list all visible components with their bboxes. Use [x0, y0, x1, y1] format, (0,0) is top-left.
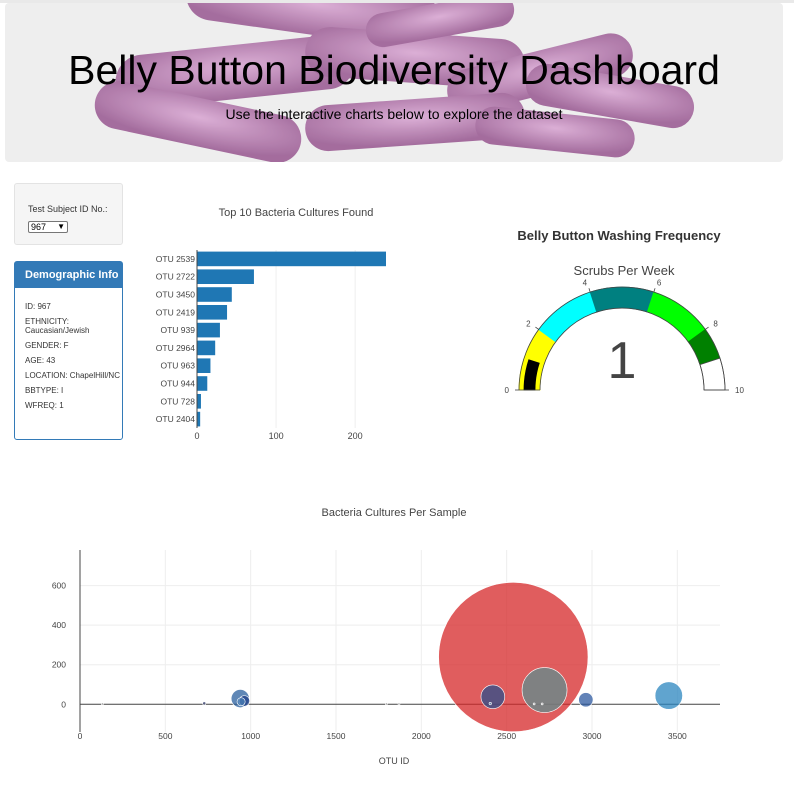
- gauge-tick-label: 4: [583, 279, 588, 288]
- metadata-gender: GENDER: F: [25, 341, 69, 350]
- bar-x-tick-label: 100: [269, 431, 284, 441]
- bubble-y-tick-label: 200: [52, 660, 66, 670]
- gauge-tick-label: 2: [526, 320, 531, 329]
- bar-otu-728: [197, 394, 201, 409]
- bar-otu-2722: [197, 269, 254, 284]
- gauge-step-2: [589, 286, 655, 313]
- bar-otu-2539: [197, 251, 386, 267]
- gauge-tick: [588, 288, 591, 293]
- bubble-otu-2404: [488, 701, 492, 706]
- sample-metadata: ID: 967 ETHNICITY: Caucasian/Jewish GEND…: [15, 288, 122, 410]
- bubble-otu-939: [230, 689, 250, 708]
- bubble-otu-2722: [521, 667, 568, 713]
- subject-id-label: Test Subject ID No.:: [28, 204, 108, 214]
- bubble-otu-2419: [480, 684, 506, 709]
- bar-otu-2964: [197, 340, 216, 356]
- bar-chart-title: Top 10 Bacteria Cultures Found: [219, 207, 374, 219]
- bubble-x-tick-label: 2500: [497, 731, 516, 741]
- gauge-tick: [705, 326, 709, 330]
- bar-otu-2419: [197, 305, 228, 320]
- bar-x-tick-label: 200: [348, 431, 363, 441]
- bar-y-tick-label: OTU 963: [161, 361, 196, 371]
- bar-x-tick-label: 0: [194, 431, 199, 441]
- metadata-ethnicity: ETHNICITY: Caucasian/Jewish: [25, 317, 90, 335]
- bubble-y-tick-label: 600: [52, 581, 66, 591]
- bubble-x-tick-label: 500: [158, 731, 172, 741]
- bar-y-tick-label: OTU 939: [161, 325, 196, 335]
- gauge-tick-label: 8: [713, 320, 718, 329]
- bar-y-tick-label: OTU 2722: [156, 272, 195, 282]
- bar-y-tick-label: OTU 944: [161, 379, 196, 389]
- bar-otu-3450: [197, 287, 232, 302]
- metadata-id: ID: 967: [25, 302, 51, 311]
- demographic-info-panel: Demographic Info ID: 967 ETHNICITY: Cauc…: [14, 261, 123, 440]
- gauge-step-0: [518, 328, 557, 391]
- bubble-x-tick-label: 0: [78, 731, 83, 741]
- bubble-otu-2708: [540, 702, 544, 706]
- metadata-age: AGE: 43: [25, 356, 56, 365]
- gauge-title: Belly Button Washing Frequency: [517, 228, 721, 243]
- bubble-otu-963: [238, 695, 250, 707]
- page-title: Belly Button Biodiversity Dashboard: [68, 47, 720, 93]
- gauge-outer-outline: [518, 286, 726, 391]
- bubble-otu-131: [101, 702, 104, 706]
- bar-y-tick-label: OTU 2964: [156, 343, 195, 353]
- bubble-x-tick-label: 3000: [583, 731, 602, 741]
- header-banner: Belly Button Biodiversity Dashboard Use …: [5, 3, 783, 162]
- gauge-subtitle: Scrubs Per Week: [574, 263, 675, 278]
- gauge-step-4: [687, 328, 721, 366]
- metadata-location: LOCATION: ChapelHill/NC: [25, 371, 120, 380]
- gauge-value-number: 1: [608, 332, 637, 390]
- bubble-y-tick-label: 0: [61, 699, 66, 709]
- gauge-step-1: [538, 291, 598, 343]
- bubble-otu-2964: [578, 692, 594, 708]
- subject-selector-panel: Test Subject ID No.: 967 ▼: [14, 183, 123, 245]
- demographic-info-heading: Demographic Info: [15, 262, 122, 288]
- bubble-otu-2539: [438, 582, 589, 733]
- gauge-tick: [535, 326, 539, 330]
- bar-otu-963: [197, 358, 211, 373]
- metadata-bbtype: BBTYPE: I: [25, 386, 64, 395]
- gauge-tick-label: 10: [735, 386, 744, 395]
- chevron-down-icon: ▼: [57, 222, 65, 231]
- bar-otu-944: [197, 376, 208, 391]
- bar-y-tick-label: OTU 3450: [156, 290, 195, 300]
- page-subtitle: Use the interactive charts below to expl…: [225, 106, 563, 122]
- bar-y-tick-label: OTU 728: [161, 396, 196, 406]
- bubble-y-tick-label: 400: [52, 620, 66, 630]
- bubble-otu-944: [236, 697, 246, 707]
- bar-y-tick-label: OTU 2404: [156, 414, 195, 424]
- metadata-wfreq: WFREQ: 1: [25, 401, 64, 410]
- subject-id-value: 967: [31, 222, 47, 232]
- bar-otu-939: [197, 322, 220, 338]
- bubble-otu-2661: [532, 702, 536, 706]
- bar-y-tick-label: OTU 2539: [156, 254, 195, 264]
- gauge-tick-label: 6: [657, 279, 662, 288]
- bar-y-tick-label: OTU 2419: [156, 307, 195, 317]
- bubble-otu-1795: [385, 702, 388, 706]
- gauge-value-bar: [523, 359, 540, 391]
- bubble-otu-1869: [397, 702, 401, 706]
- bubble-x-axis-title: OTU ID: [379, 756, 410, 766]
- bubble-x-tick-label: 3500: [668, 731, 687, 741]
- bubble-otu-728: [202, 701, 207, 706]
- subject-id-dropdown[interactable]: 967 ▼: [28, 221, 68, 233]
- bubble-x-tick-label: 2000: [412, 731, 431, 741]
- gauge-step-3: [646, 291, 706, 343]
- bubble-otu-3450: [654, 681, 683, 710]
- gauge-inner-outline: [539, 307, 705, 391]
- gauge-tick-label: 0: [505, 386, 510, 395]
- bubble-chart-title: Bacteria Cultures Per Sample: [322, 507, 467, 519]
- gauge-step-5: [699, 357, 726, 391]
- bubble-x-tick-label: 1000: [241, 731, 260, 741]
- bar-otu-2404: [197, 411, 201, 427]
- bubble-x-tick-label: 1500: [327, 731, 346, 741]
- gauge-tick: [653, 288, 656, 293]
